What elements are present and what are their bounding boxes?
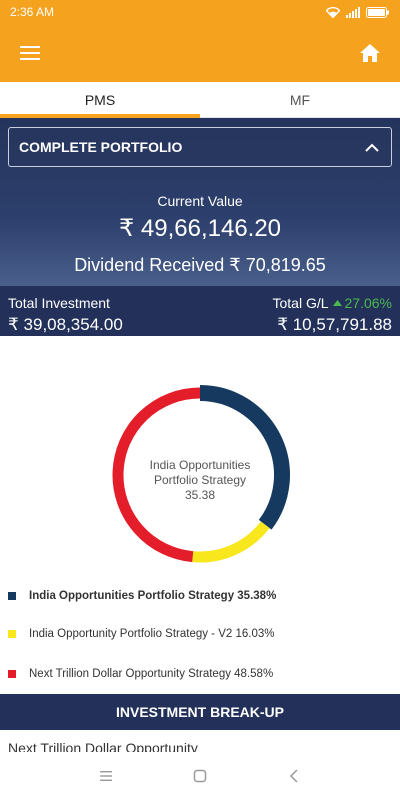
legend-label-3: Next Trillion Dollar Opportunity Strateg…: [29, 668, 274, 680]
total-gl-label-row: Total G/L 27.06%: [272, 295, 392, 311]
legend-label-2: India Opportunity Portfolio Strategy - V…: [29, 628, 275, 640]
current-value: ₹ 49,66,146.20: [118, 215, 282, 242]
system-home-button[interactable]: [188, 764, 212, 788]
total-investment-value: ₹ 39,08,354.00: [8, 315, 123, 334]
home-button[interactable]: [356, 39, 384, 67]
status-bar: 2:36 AM: [0, 0, 400, 24]
total-gl-value: ₹ 10,57,791.88: [277, 315, 392, 334]
recents-button[interactable]: [94, 764, 118, 788]
tab-pms-label: PMS: [84, 91, 116, 108]
home-square-icon: [193, 769, 207, 783]
signal-icon: [346, 6, 360, 18]
chevron-up-icon: [365, 143, 379, 152]
legend-item-1[interactable]: India Opportunities Portfolio Strategy 3…: [8, 590, 276, 602]
tab-mf-label: MF: [289, 91, 311, 108]
dividend-received: Dividend Received ₹ 70,819.65: [74, 255, 326, 275]
menu-icon: [20, 46, 40, 60]
legend-item-3[interactable]: Next Trillion Dollar Opportunity Strateg…: [8, 668, 273, 680]
back-icon: [289, 769, 298, 783]
tab-bar: PMS MF: [0, 82, 400, 118]
chart-center-line-1: India Opportunities: [149, 458, 251, 472]
arrow-up-icon: [332, 300, 342, 306]
tab-pms[interactable]: PMS: [0, 82, 200, 118]
total-gl-percent: 27.06%: [344, 295, 392, 311]
investment-breakup-header: INVESTMENT BREAK-UP: [0, 694, 400, 730]
total-investment-label: Total Investment: [8, 295, 110, 311]
legend-swatch-1: [8, 592, 16, 600]
chart-center-line-2: Portfolio Strategy: [153, 473, 247, 487]
status-time: 2:36 AM: [10, 5, 55, 19]
legend-swatch-2: [8, 630, 16, 638]
system-back-button[interactable]: [282, 764, 306, 788]
portfolio-dropdown[interactable]: COMPLETE PORTFOLIO: [8, 127, 392, 167]
tab-mf[interactable]: MF: [200, 82, 400, 117]
total-gl-percent-wrap: 27.06%: [332, 295, 392, 311]
chart-center-line-3: 35.38: [184, 488, 216, 502]
system-nav-bar: [0, 752, 400, 800]
menu-button[interactable]: [16, 39, 44, 67]
totals-bar: Total Investment ₹ 39,08,354.00 Total G/…: [0, 286, 400, 336]
legend-swatch-3: [8, 670, 16, 678]
current-value-label: Current Value: [157, 193, 243, 209]
portfolio-dropdown-value: COMPLETE PORTFOLIO: [19, 139, 183, 155]
app-bar: [0, 24, 400, 82]
recents-icon: [100, 771, 112, 781]
total-gl-label: Total G/L: [272, 295, 329, 311]
chart-center-label: India Opportunities Portfolio Strategy 3…: [130, 458, 270, 503]
battery-icon: [366, 6, 389, 18]
legend-label-1: India Opportunities Portfolio Strategy 3…: [29, 590, 277, 602]
status-icons: [326, 6, 390, 18]
donut-slice-2[interactable]: [192, 521, 270, 563]
portfolio-summary: COMPLETE PORTFOLIO Current Value ₹ 49,66…: [0, 118, 400, 286]
legend-item-2[interactable]: India Opportunity Portfolio Strategy - V…: [8, 628, 274, 640]
wifi-icon: [326, 6, 340, 18]
home-icon: [360, 44, 380, 62]
